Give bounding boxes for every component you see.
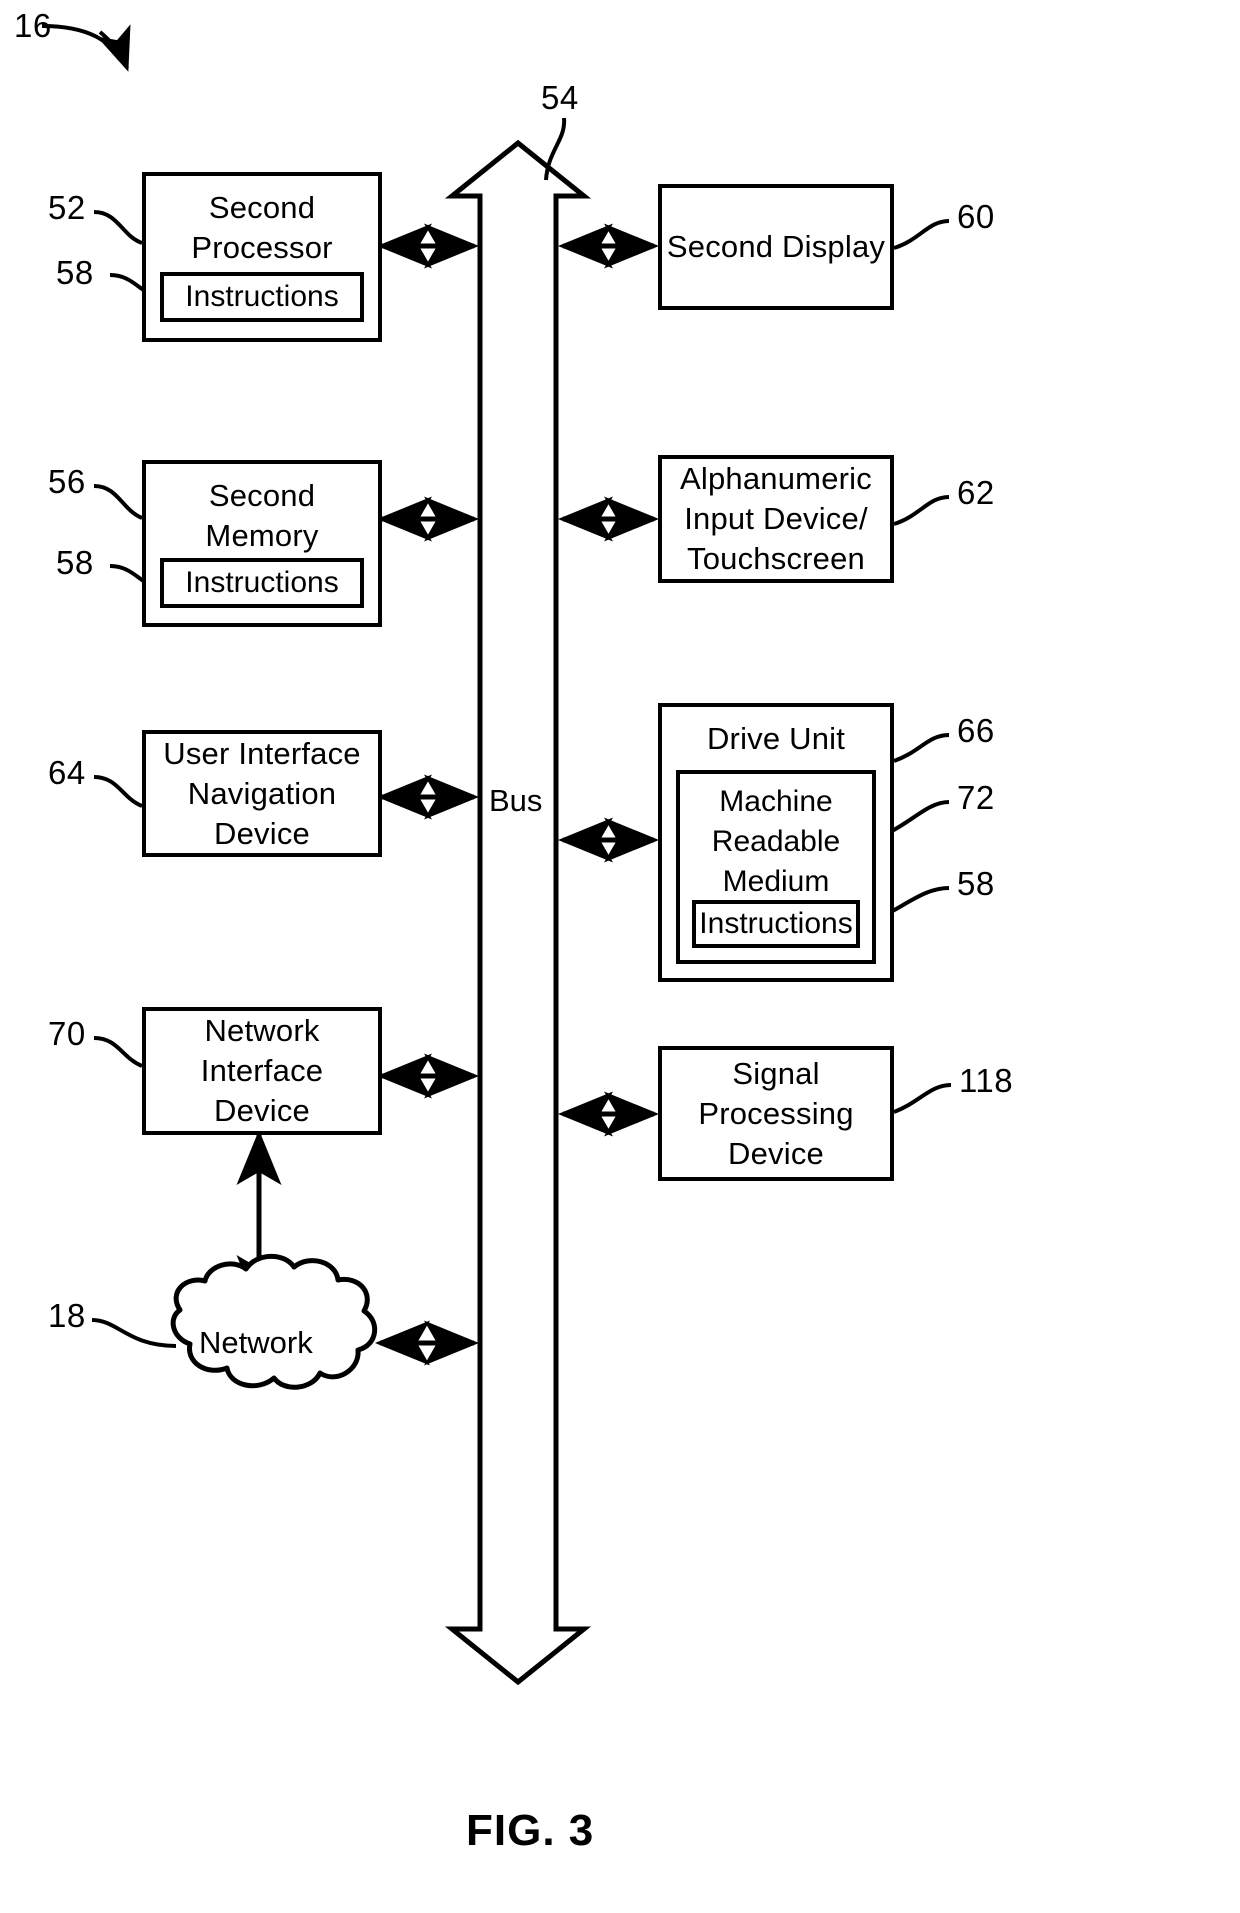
ref-numeral-58-memory: 58	[56, 544, 94, 581]
block-ui-navigation-device-label: User Interface Navigation Device	[163, 735, 361, 851]
block-machine-readable-medium-instructions-label: Instructions	[699, 907, 853, 940]
block-network-interface-device-label: Network Interface Device	[200, 1013, 324, 1128]
ref-numeral-72: 72	[957, 779, 995, 816]
ref-numeral-118: 118	[959, 1062, 1014, 1099]
network-cloud-label: Network	[199, 1325, 313, 1360]
block-alphanumeric-input-device[interactable]: Alphanumeric Input Device/ Touchscreen	[658, 455, 894, 583]
block-ui-navigation-device[interactable]: User Interface Navigation Device	[142, 730, 382, 857]
block-machine-readable-medium[interactable]: Machine Readable Medium Instructions	[676, 770, 876, 964]
block-alphanumeric-input-device-label: Alphanumeric Input Device/ Touchscreen	[680, 461, 872, 576]
block-machine-readable-medium-instructions[interactable]: Instructions	[692, 900, 860, 948]
lead-line-70	[93, 1036, 143, 1068]
ref-numeral-54: 54	[541, 79, 579, 116]
lead-line-72	[885, 800, 950, 836]
ref-numeral-18: 18	[48, 1297, 86, 1334]
ref-numeral-56: 56	[48, 463, 86, 500]
lead-line-66	[893, 733, 950, 763]
block-second-processor[interactable]: Second Processor Instructions	[142, 172, 382, 342]
block-drive-unit[interactable]: Drive Unit Machine Readable Medium Instr…	[658, 703, 894, 982]
figure-caption: FIG. 3	[466, 1806, 595, 1855]
block-second-memory-instructions[interactable]: Instructions	[160, 558, 364, 608]
block-second-memory[interactable]: Second Memory Instructions	[142, 460, 382, 627]
ref-numeral-66: 66	[957, 712, 995, 749]
bus-label: Bus	[489, 783, 543, 818]
ref-numeral-60: 60	[957, 198, 995, 235]
block-second-memory-instructions-label: Instructions	[185, 566, 339, 599]
block-second-processor-instructions[interactable]: Instructions	[160, 272, 364, 322]
block-second-display[interactable]: Second Display	[658, 184, 894, 310]
block-signal-processing-device[interactable]: Signal Processing Device	[658, 1046, 894, 1181]
lead-line-118	[893, 1083, 952, 1114]
lead-line-64	[93, 775, 143, 808]
block-machine-readable-medium-label: Machine Readable Medium	[711, 785, 841, 898]
ref-numeral-70: 70	[48, 1015, 86, 1052]
lead-line-18	[91, 1318, 177, 1348]
bus-arrow	[444, 139, 592, 1686]
ref-numeral-64: 64	[48, 754, 86, 791]
lead-line-52	[93, 210, 143, 245]
figure-canvas: 16 54 52 58 60 56 58 62 64 66 72 58 70 1…	[0, 0, 1240, 1913]
network-cloud-shape	[170, 1253, 377, 1390]
ref-numeral-16: 16	[14, 7, 52, 44]
block-network-interface-device[interactable]: Network Interface Device	[142, 1007, 382, 1135]
lead-line-56	[93, 484, 143, 520]
lead-line-62	[893, 495, 950, 526]
ref-numeral-58-processor: 58	[56, 254, 94, 291]
block-second-display-label: Second Display	[666, 229, 886, 264]
block-second-processor-label: Second Processor	[191, 190, 333, 265]
ref-numeral-52: 52	[48, 189, 86, 226]
block-drive-unit-label: Drive Unit	[706, 721, 846, 756]
block-signal-processing-device-label: Signal Processing Device	[698, 1055, 854, 1171]
block-second-memory-label: Second Memory	[205, 478, 319, 553]
block-second-processor-instructions-label: Instructions	[185, 280, 339, 313]
ref-numeral-62: 62	[957, 474, 995, 511]
lead-line-60	[893, 219, 950, 250]
ref-numeral-58-machine-readable-medium: 58	[957, 865, 995, 902]
